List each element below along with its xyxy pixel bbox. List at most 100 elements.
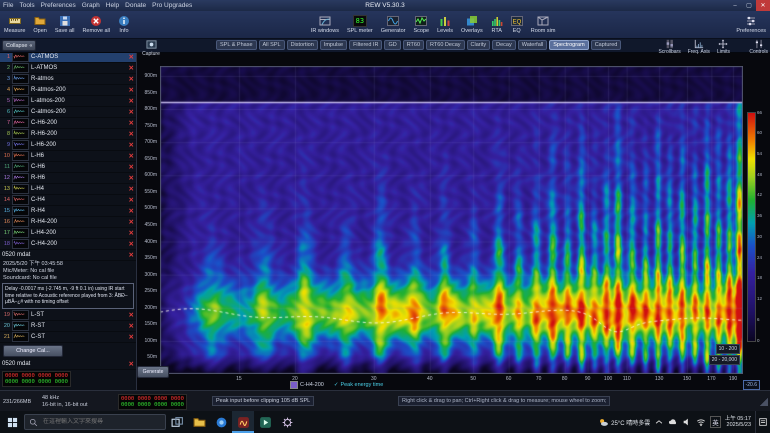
- limits-button[interactable]: Limits: [717, 38, 730, 55]
- overlays-button[interactable]: Overlays: [457, 12, 487, 37]
- remove-measurement-icon[interactable]: ✕: [129, 311, 134, 319]
- measure-button[interactable]: Measure: [0, 12, 29, 37]
- taskbar-app-rew[interactable]: [232, 411, 254, 433]
- measurement-item[interactable]: 21C-ST✕: [0, 332, 136, 343]
- remove-measurement-icon[interactable]: ✕: [129, 322, 134, 330]
- measurement-item[interactable]: 6C-atmos-200✕: [0, 107, 136, 118]
- scope-button[interactable]: Scope: [410, 12, 434, 37]
- info-button[interactable]: Info: [114, 12, 134, 37]
- measurement-file-row[interactable]: 0520 mdat ✕: [0, 250, 136, 261]
- measurement-item[interactable]: 18C-H4-200✕: [0, 239, 136, 250]
- tab-impulse[interactable]: Impulse: [320, 40, 347, 50]
- cloud-sync-button[interactable]: [668, 417, 678, 427]
- measurement-item[interactable]: 20R-ST✕: [0, 321, 136, 332]
- room-sim-button[interactable]: Room sim: [527, 12, 560, 37]
- checkbox-icon[interactable]: ✓: [334, 382, 339, 388]
- scrollbars-button[interactable]: Scrollbars: [658, 38, 680, 55]
- remove-measurement-icon[interactable]: ✕: [129, 64, 134, 72]
- measurement-item[interactable]: 17L-H4-200✕: [0, 228, 136, 239]
- tab-clarity[interactable]: Clarity: [467, 40, 491, 50]
- measurement-item[interactable]: 4R-atmos-200✕: [0, 85, 136, 96]
- freq-axis-button[interactable]: Freq. Axis: [688, 38, 710, 55]
- collapse-panel-button[interactable]: Collapse «: [2, 40, 36, 51]
- measurement-item[interactable]: 19L-ST✕: [0, 310, 136, 321]
- remove-all-button[interactable]: Remove all: [78, 12, 114, 37]
- remove-measurement-icon[interactable]: ✕: [129, 185, 134, 193]
- capture-button[interactable]: Capture: [139, 39, 163, 57]
- volume-button[interactable]: [682, 417, 692, 427]
- legend-item-c-h4-200[interactable]: C-H4-200: [290, 381, 324, 389]
- menu-tools[interactable]: Tools: [16, 2, 37, 9]
- tab-filtered-ir[interactable]: Filtered IR: [349, 40, 382, 50]
- remove-measurement-icon[interactable]: ✕: [129, 333, 134, 341]
- freq-range-full-box[interactable]: 20 - 20,000: [709, 355, 740, 365]
- minimize-button[interactable]: –: [728, 0, 742, 11]
- start-button[interactable]: [0, 411, 24, 433]
- remove-measurement-icon[interactable]: ✕: [129, 130, 134, 138]
- close-button[interactable]: ✕: [756, 0, 770, 11]
- spectrogram-canvas[interactable]: [160, 66, 743, 374]
- menu-graph[interactable]: Graph: [79, 2, 103, 9]
- measurement-item[interactable]: 11C-H6✕: [0, 162, 136, 173]
- eq-button[interactable]: EQEQ: [507, 12, 527, 37]
- remove-measurement-icon[interactable]: ✕: [129, 108, 134, 116]
- measurement-item[interactable]: 7C-H6-200✕: [0, 118, 136, 129]
- remove-measurement-icon[interactable]: ✕: [129, 218, 134, 226]
- menu-help[interactable]: Help: [103, 2, 122, 9]
- measurement-item[interactable]: 5L-atmos-200✕: [0, 96, 136, 107]
- remove-measurement-icon[interactable]: ✕: [129, 196, 134, 204]
- remove-measurement-icon[interactable]: ✕: [129, 240, 134, 248]
- remove-file-icon[interactable]: ✕: [129, 251, 134, 259]
- measurement-item[interactable]: 15R-H4✕: [0, 206, 136, 217]
- legend-item-peak-energy-time[interactable]: ✓Peak energy time: [334, 382, 383, 388]
- remove-bottom-file-icon[interactable]: ✕: [129, 360, 134, 368]
- taskbar-app-task-view[interactable]: [166, 411, 188, 433]
- measurement-item[interactable]: 10L-H6✕: [0, 151, 136, 162]
- tab-rt60[interactable]: RT60: [403, 40, 424, 50]
- spl-meter-button[interactable]: 83SPL meter: [343, 12, 377, 37]
- levels-button[interactable]: Levels: [433, 12, 457, 37]
- remove-measurement-icon[interactable]: ✕: [129, 152, 134, 160]
- search-input[interactable]: [41, 418, 161, 426]
- tab-spl-phase[interactable]: SPL & Phase: [216, 40, 257, 50]
- tab-all-spl[interactable]: All SPL: [259, 40, 285, 50]
- ir-windows-button[interactable]: IR windows: [307, 12, 343, 37]
- menu-donate[interactable]: Donate: [122, 2, 149, 9]
- tab-gd[interactable]: GD: [384, 40, 400, 50]
- tab-spectrogram[interactable]: Spectrogram: [549, 40, 589, 50]
- freq-range-current-box[interactable]: 10 - 200: [716, 344, 740, 354]
- taskbar-clock[interactable]: 上午 05:172025/5/23: [725, 416, 751, 429]
- preferences-button[interactable]: Preferences: [732, 12, 770, 37]
- tab-rt60-decay[interactable]: RT60 Decay: [426, 40, 464, 50]
- measurement-item[interactable]: 2L-ATMOS✕: [0, 63, 136, 74]
- rta-button[interactable]: RTA: [487, 12, 507, 37]
- controls-button[interactable]: Controls: [749, 38, 768, 55]
- ime-indicator[interactable]: 英: [710, 416, 721, 428]
- measurement-item[interactable]: 12R-H6✕: [0, 173, 136, 184]
- measurement-item[interactable]: 3R-atmos✕: [0, 74, 136, 85]
- menu-pro-upgrades[interactable]: Pro Upgrades: [149, 2, 195, 9]
- tab-distortion[interactable]: Distortion: [287, 40, 318, 50]
- menu-file[interactable]: File: [0, 2, 16, 9]
- tab-waterfall[interactable]: Waterfall: [518, 40, 548, 50]
- taskbar-search[interactable]: [24, 414, 166, 430]
- tray-expand-button[interactable]: [654, 417, 664, 427]
- tab-decay[interactable]: Decay: [492, 40, 516, 50]
- weather-widget[interactable]: 25°C 晴時多雲: [598, 417, 650, 428]
- notification-center-button[interactable]: [755, 411, 769, 433]
- open-button[interactable]: Open: [29, 12, 50, 37]
- remove-measurement-icon[interactable]: ✕: [129, 97, 134, 105]
- measurement-item[interactable]: 1C-ATMOS✕: [0, 52, 136, 63]
- taskbar-app-file-explorer[interactable]: [188, 411, 210, 433]
- maximize-button[interactable]: ▢: [742, 0, 756, 11]
- tab-captured[interactable]: Captured: [591, 40, 622, 50]
- change-cal-button[interactable]: Change Cal...: [3, 345, 63, 357]
- generate-button[interactable]: Generate: [137, 366, 169, 378]
- remove-measurement-icon[interactable]: ✕: [129, 119, 134, 127]
- menu-preferences[interactable]: Preferences: [38, 2, 79, 9]
- remove-measurement-icon[interactable]: ✕: [129, 141, 134, 149]
- taskbar-app-settings[interactable]: [276, 411, 298, 433]
- taskbar-app-browser[interactable]: [210, 411, 232, 433]
- measurement-item[interactable]: 13L-H4✕: [0, 184, 136, 195]
- taskbar-app-media[interactable]: [254, 411, 276, 433]
